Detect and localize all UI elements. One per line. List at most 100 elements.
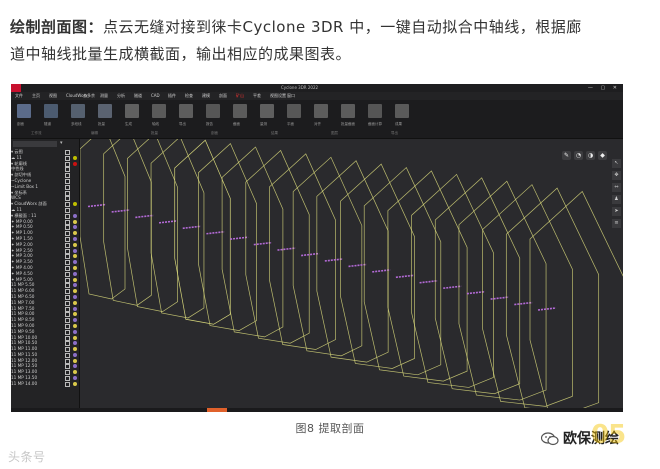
send-icon[interactable]: ➤: [612, 207, 621, 216]
layers-icon[interactable]: ≡: [612, 219, 621, 228]
color-swatch-icon[interactable]: [73, 161, 77, 166]
color-swatch-icon[interactable]: [73, 260, 77, 265]
wechat-icon: [540, 432, 559, 446]
color-swatch-icon[interactable]: [73, 271, 77, 276]
menu-item[interactable]: 主页: [32, 92, 40, 100]
menu-item[interactable]: 建模: [202, 92, 210, 100]
menu-item[interactable]: 分析: [117, 92, 125, 100]
color-swatch-icon[interactable]: [73, 335, 77, 340]
menu-item[interactable]: 剖面: [219, 92, 227, 100]
color-swatch-icon[interactable]: [73, 341, 77, 346]
ribbon-button-label: 报告: [206, 122, 213, 126]
color-swatch-icon[interactable]: [73, 318, 77, 323]
menu-item[interactable]: 视图: [49, 92, 57, 100]
color-swatch-icon[interactable]: [73, 242, 77, 247]
fit-icon[interactable]: ⇔: [612, 183, 621, 192]
menu-item[interactable]: 测量: [100, 92, 108, 100]
ribbon-button[interactable]: [233, 104, 247, 118]
color-swatch-icon[interactable]: [73, 347, 77, 352]
color-swatch-icon[interactable]: [73, 155, 77, 160]
menu-item[interactable]: 去多余: [83, 92, 95, 100]
color-swatch-icon[interactable]: [73, 236, 77, 241]
color-swatch-icon[interactable]: [73, 364, 77, 369]
section-label-marker: [135, 214, 154, 219]
color-swatch-icon[interactable]: [73, 312, 77, 317]
section-label-marker: [537, 307, 557, 311]
menu-bar: 文件 主页 视图 CloudWorx 去多余 测量 分析 隧道 CAD 插件 检查 建模 剖面 矿山 平差视…: [11, 92, 623, 100]
ribbon-button[interactable]: [395, 104, 409, 118]
tree-item[interactable]: 11 MP 14.00: [11, 381, 79, 387]
ribbon-button[interactable]: [98, 104, 112, 118]
color-swatch-icon[interactable]: [73, 376, 77, 381]
menu-item[interactable]: 检查: [185, 92, 193, 100]
ribbon-button[interactable]: [368, 104, 382, 118]
color-swatch-icon[interactable]: [73, 277, 77, 282]
tree-item-label: 11 MP 8.50: [11, 317, 35, 323]
tree-search-input[interactable]: [13, 141, 57, 147]
ribbon-group-label: 工作流: [31, 131, 42, 135]
ribbon-group-label: 剖面: [211, 131, 218, 135]
ribbon-button[interactable]: [287, 104, 301, 118]
color-swatch-icon[interactable]: [73, 294, 77, 299]
walk-icon[interactable]: ♟: [612, 195, 621, 204]
color-swatch-icon[interactable]: [73, 202, 77, 207]
color-swatch-icon[interactable]: [73, 306, 77, 311]
menu-item[interactable]: 矿山: [236, 92, 244, 100]
intro-lead: 绘制剖面图：: [10, 18, 104, 36]
ribbon-button[interactable]: [341, 104, 355, 118]
color-swatch-icon[interactable]: [73, 283, 77, 288]
ribbon-button[interactable]: [17, 104, 31, 118]
select-icon[interactable]: ↖: [612, 159, 621, 168]
color-swatch-icon[interactable]: [73, 358, 77, 363]
measure-icon[interactable]: ◔: [574, 151, 583, 160]
color-swatch-icon[interactable]: [73, 219, 77, 224]
color-swatch-icon[interactable]: [73, 265, 77, 270]
tree-item-label: 11 MP 10.00: [11, 334, 38, 340]
menu-item[interactable]: CAD: [151, 92, 160, 100]
source-watermark: 头条号: [8, 450, 46, 464]
tree-item-label: 11 MP 6.00: [11, 288, 35, 294]
color-swatch-icon[interactable]: [73, 381, 77, 386]
color-swatch-icon[interactable]: [73, 300, 77, 305]
color-swatch-icon[interactable]: [73, 289, 77, 294]
color-swatch-icon[interactable]: [73, 329, 77, 334]
color-swatch-icon[interactable]: [73, 370, 77, 375]
menu-item[interactable]: 窗口: [287, 92, 295, 100]
window-controls[interactable]: — ▢ ✕: [588, 84, 620, 92]
tree-item-label: ▾ 坐标系: [11, 189, 27, 195]
menu-item[interactable]: 文件: [15, 92, 23, 100]
ribbon-button[interactable]: [44, 104, 58, 118]
color-swatch-icon[interactable]: [73, 231, 77, 236]
ribbon-button[interactable]: [179, 104, 193, 118]
color-swatch-icon[interactable]: [73, 254, 77, 259]
color-swatch-icon[interactable]: [73, 213, 77, 218]
ribbon-button[interactable]: [260, 104, 274, 118]
menu-item[interactable]: 视图设置: [270, 92, 286, 100]
color-swatch-icon[interactable]: [73, 248, 77, 253]
ribbon-button[interactable]: [71, 104, 85, 118]
tree-item-label: ✦ MP 4.00: [11, 264, 33, 270]
tree-item-label: 11 MP 13.50: [11, 375, 38, 381]
cross-section-outline: [127, 139, 178, 313]
menu-item[interactable]: 插件: [168, 92, 176, 100]
tree-item-label: ✦ MP 3.50: [11, 259, 33, 265]
3d-viewport[interactable]: ✎ ◔ ◑ ◆ ↖ ✥ ⇔ ♟ ➤ ≡: [80, 139, 623, 412]
menu-item[interactable]: 隧道: [134, 92, 142, 100]
ribbon-toolbar: 剖面 隧道 多段线 批量 生成 轴线 导出 报告 截面 量测 平面 对齐 批量截面 截面计算 成果 工作流 编辑…: [11, 100, 623, 139]
ribbon-button[interactable]: [152, 104, 166, 118]
menu-item[interactable]: 平差: [253, 92, 261, 100]
color-swatch-icon[interactable]: [73, 352, 77, 357]
tree-item-label: 11 MP 12.00: [11, 357, 38, 363]
filter-icon[interactable]: ▾: [60, 140, 63, 146]
move-icon[interactable]: ✥: [612, 171, 621, 180]
visibility-checkbox[interactable]: [65, 381, 70, 387]
ribbon-button-label: 截面: [233, 122, 240, 126]
color-swatch-icon[interactable]: [73, 225, 77, 230]
ribbon-button[interactable]: [125, 104, 139, 118]
shading-icon[interactable]: ◑: [586, 151, 595, 160]
pencil-icon[interactable]: ✎: [562, 151, 571, 160]
ribbon-button[interactable]: [206, 104, 220, 118]
color-swatch-icon[interactable]: [73, 323, 77, 328]
ribbon-button[interactable]: [314, 104, 328, 118]
eraser-icon[interactable]: ◆: [598, 151, 607, 160]
